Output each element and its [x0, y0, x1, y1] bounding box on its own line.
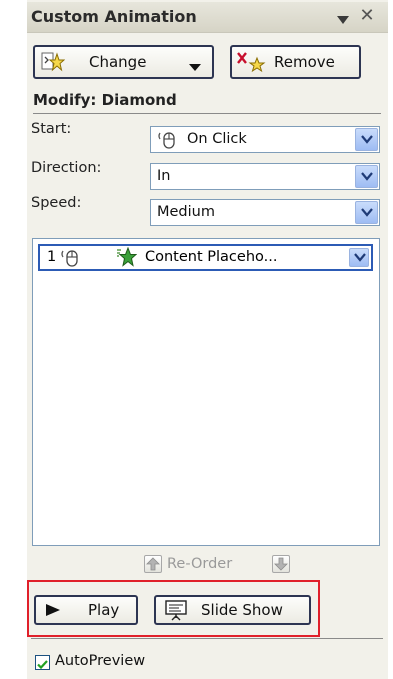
modify-heading: Modify: Diamond [33, 91, 177, 109]
slide-show-button-label: Slide Show [201, 601, 283, 619]
divider [33, 113, 381, 114]
speed-label: Speed: [31, 195, 82, 211]
autopreview-label[interactable]: AutoPreview [55, 653, 145, 669]
animation-item-label: Content Placeho... [145, 249, 278, 265]
reorder-label: Re-Order [167, 556, 233, 572]
start-label: Start: [31, 121, 72, 137]
remove-button-label: Remove [274, 53, 335, 71]
chevron-down-icon[interactable] [349, 248, 369, 267]
triangle-down-icon[interactable] [336, 11, 350, 24]
speed-select[interactable]: Medium [150, 199, 380, 226]
mouse-icon [60, 248, 80, 272]
play-button[interactable]: Play [34, 595, 138, 625]
arrow-down-icon[interactable] [272, 555, 290, 573]
mouse-icon [157, 130, 177, 154]
direction-value: In [157, 168, 171, 184]
play-button-label: Play [88, 601, 120, 619]
animation-order-number: 1 [47, 249, 57, 265]
change-button[interactable]: Change [33, 45, 214, 79]
chevron-down-icon[interactable] [355, 128, 378, 151]
custom-animation-pane: Custom Animation ✕ Change Remove Modify:… [27, 0, 388, 679]
pane-title: Custom Animation [31, 7, 197, 26]
remove-button[interactable]: Remove [230, 45, 361, 79]
chevron-down-icon[interactable] [355, 201, 378, 224]
divider [31, 638, 383, 639]
chevron-down-icon [189, 58, 201, 76]
start-select[interactable]: On Click [150, 126, 380, 153]
green-star-icon [115, 246, 138, 272]
remove-effect-icon [236, 51, 268, 77]
arrow-up-icon[interactable] [144, 555, 162, 573]
animation-list-item[interactable]: 1 Content Placeho... [38, 244, 373, 271]
close-icon[interactable]: ✕ [357, 5, 377, 27]
projector-icon [164, 599, 188, 625]
start-value: On Click [187, 131, 247, 147]
direction-select[interactable]: In [150, 163, 380, 190]
direction-label: Direction: [31, 160, 102, 176]
star-effects-icon [41, 51, 66, 77]
checkmark-icon [37, 660, 48, 670]
change-button-label: Change [89, 53, 147, 71]
pane-title-bar: Custom Animation ✕ [27, 2, 388, 33]
slide-show-button[interactable]: Slide Show [154, 595, 311, 625]
speed-value: Medium [157, 204, 215, 220]
play-icon [45, 603, 61, 621]
chevron-down-icon[interactable] [355, 165, 378, 188]
animation-list[interactable] [32, 238, 380, 546]
autopreview-checkbox[interactable] [35, 655, 50, 670]
